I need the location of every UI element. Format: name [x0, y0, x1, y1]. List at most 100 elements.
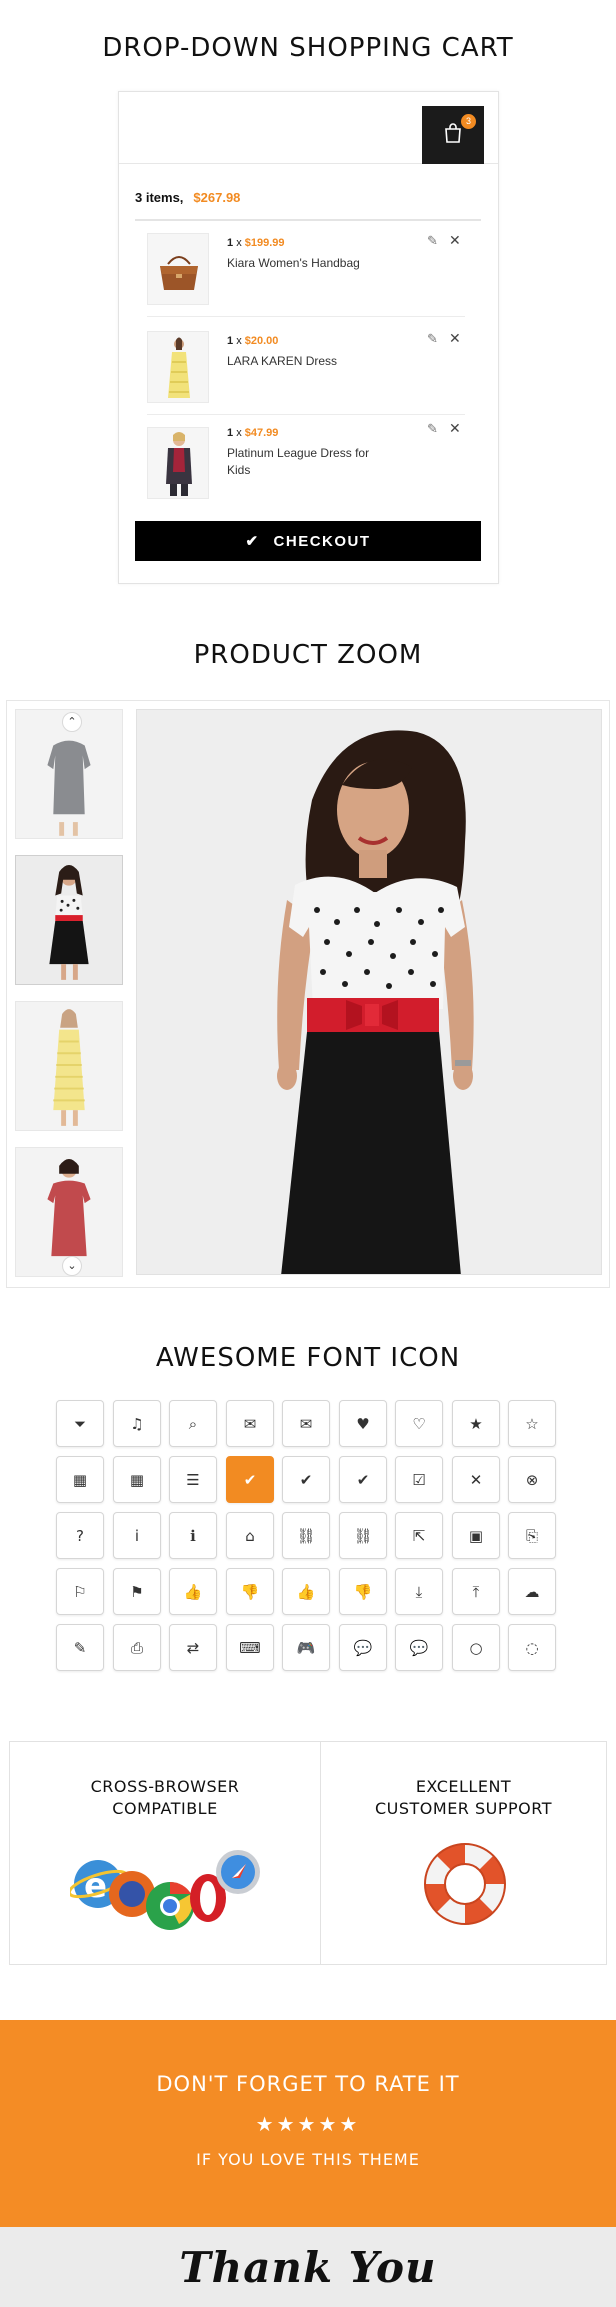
download-icon[interactable]: ⤓ [395, 1568, 443, 1615]
cart-section-title: DROP-DOWN SHOPPING CART [102, 33, 514, 63]
keyboard-icon[interactable]: ⌨ [226, 1624, 274, 1671]
thumbnail-strip: ⌃ ⌄ [15, 709, 125, 1279]
star-o-icon[interactable]: ☆ [508, 1400, 556, 1447]
cart-item-count: 3 items, [135, 190, 184, 205]
cart-item-qty-line: 1 x $199.99 [227, 237, 285, 249]
th-large-icon[interactable]: ▦ [56, 1456, 104, 1503]
thumbs-o-down-icon[interactable]: 👎 [226, 1568, 274, 1615]
feature-customer-support: EXCELLENT CUSTOMER SUPPORT [321, 1742, 606, 1964]
star-rating-icon[interactable]: ★★★★★ [0, 2112, 616, 2137]
product-thumbnail-kids-dress[interactable] [147, 427, 209, 499]
comments-icon[interactable]: 💬 [395, 1624, 443, 1671]
envelope-o-icon[interactable]: ✉ [226, 1400, 274, 1447]
product-thumbnail-handbag[interactable] [147, 233, 209, 305]
check-square-icon[interactable]: ☑ [395, 1456, 443, 1503]
cart-item: 1 x $47.99 Platinum League Dress for Kid… [147, 417, 465, 513]
link-icon[interactable]: ⛓ [282, 1512, 330, 1559]
unlink-icon[interactable]: ⛓ [339, 1512, 387, 1559]
star-icon[interactable]: ★ [452, 1400, 500, 1447]
cart-summary: 3 items, $267.98 [135, 190, 240, 205]
zoom-section-title: PRODUCT ZOOM [193, 640, 423, 670]
cart-item-price: $20.00 [244, 335, 279, 347]
question-circle-icon[interactable]: ? [56, 1512, 104, 1559]
cart-item: 1 x $20.00 LARA KAREN Dress ✎ ✕ [147, 319, 465, 415]
search-icon[interactable]: ⌕ [169, 1400, 217, 1447]
thanks-banner: Thank You [0, 2227, 616, 2307]
pencil-icon[interactable]: ✎ [427, 233, 438, 249]
features-panel: CROSS-BROWSER COMPATIBLE e EXCELLENT CUS… [9, 1741, 607, 1965]
flag-o-icon[interactable]: ⚐ [56, 1568, 104, 1615]
comment-icon[interactable]: 💬 [339, 1624, 387, 1671]
pencil-icon[interactable]: ✎ [427, 421, 438, 437]
thanks-text: Thank You [179, 2243, 437, 2292]
th-list-icon[interactable]: ☰ [169, 1456, 217, 1503]
paperclip-icon[interactable]: ⎘ [508, 1512, 556, 1559]
cart-item-price: $199.99 [244, 237, 285, 249]
close-icon[interactable]: ✕ [449, 330, 461, 347]
times-icon[interactable]: ✕ [452, 1456, 500, 1503]
icons-section-title: AWESOME FONT ICON [155, 1343, 461, 1373]
edit-icon[interactable]: ✎ [56, 1624, 104, 1671]
cart-item: 1 x $199.99 Kiara Women's Handbag ✎ ✕ [147, 221, 465, 317]
thumbs-o-up-icon[interactable]: 👍 [169, 1568, 217, 1615]
info-circle-icon[interactable]: i [113, 1512, 161, 1559]
rate-banner: DON'T FORGET TO RATE IT ★★★★★ IF YOU LOV… [0, 2020, 616, 2227]
check-icon[interactable]: ✔ [226, 1456, 274, 1503]
cart-item-name[interactable]: Kiara Women's Handbag [227, 255, 377, 272]
upload-icon[interactable]: ⤒ [452, 1568, 500, 1615]
cart-total: $267.98 [193, 190, 241, 205]
cart-item-name[interactable]: LARA KAREN Dress [227, 353, 377, 370]
lifebuoy-icon [421, 1840, 509, 1933]
gamepad-icon[interactable]: 🎮 [282, 1624, 330, 1671]
cart-count-badge: 3 [461, 114, 476, 129]
th-icon[interactable]: ▦ [113, 1456, 161, 1503]
checkout-button[interactable]: ✔ CHECKOUT [135, 521, 481, 561]
envelope-icon[interactable]: ✉ [282, 1400, 330, 1447]
cart-item-name[interactable]: Platinum League Dress for Kids [227, 445, 377, 479]
rate-subtitle: IF YOU LOVE THIS THEME [196, 2150, 420, 2169]
thumbs-down-icon[interactable]: 👎 [339, 1568, 387, 1615]
heart-o-icon[interactable]: ♡ [395, 1400, 443, 1447]
check-circle-o-icon[interactable]: ✔ [339, 1456, 387, 1503]
picture-icon[interactable]: ▣ [452, 1512, 500, 1559]
check-icon: ✔ [245, 533, 260, 550]
rate-title: DON'T FORGET TO RATE IT [156, 2072, 460, 2096]
checkout-label: CHECKOUT [273, 532, 371, 550]
comments-o-icon[interactable]: ◌ [508, 1624, 556, 1671]
feature-cross-browser: CROSS-BROWSER COMPATIBLE e [10, 1742, 321, 1964]
cart-item-qty-line: 1 x $20.00 [227, 335, 279, 347]
times-circle-icon[interactable]: ⊗ [508, 1456, 556, 1503]
pencil-icon[interactable]: ✎ [427, 331, 438, 347]
chevron-down-icon[interactable]: ⌄ [62, 1256, 82, 1276]
filter-icon[interactable]: ⏷ [56, 1400, 104, 1447]
check-circle-icon[interactable]: ✔ [282, 1456, 330, 1503]
cart-button[interactable]: 3 [422, 106, 484, 164]
close-icon[interactable]: ✕ [449, 232, 461, 249]
product-zoom-gallery: ⌃ ⌄ [6, 700, 610, 1288]
chevron-up-icon[interactable]: ⌃ [62, 712, 82, 732]
thumbs-up-icon[interactable]: 👍 [282, 1568, 330, 1615]
cart-item-price: $47.99 [244, 427, 279, 439]
zoom-main-image[interactable] [136, 709, 602, 1275]
external-link-icon[interactable]: ⇱ [395, 1512, 443, 1559]
browser-logos-icon: e [67, 1842, 270, 1943]
print-icon[interactable]: ⎙ [113, 1624, 161, 1671]
cloud-download-icon[interactable]: ☁ [508, 1568, 556, 1615]
feature-title: EXCELLENT CUSTOMER SUPPORT [374, 1777, 552, 1818]
info-icon[interactable]: ℹ [169, 1512, 217, 1559]
feature-title: CROSS-BROWSER COMPATIBLE [90, 1777, 240, 1818]
retweet-icon[interactable]: ⇄ [169, 1624, 217, 1671]
comment-o-icon[interactable]: ○ [452, 1624, 500, 1671]
shopping-bag-icon [444, 122, 462, 148]
flag-checkered-icon[interactable]: ⚑ [113, 1568, 161, 1615]
product-thumbnail-yellow-dress[interactable] [147, 331, 209, 403]
cart-item-qty-line: 1 x $47.99 [227, 427, 279, 439]
cart-dropdown: 3 3 items, $267.98 1 x $199.99 Kiara Wome… [118, 91, 499, 584]
cart-topbar: 3 [119, 92, 498, 164]
home-icon[interactable]: ⌂ [226, 1512, 274, 1559]
close-icon[interactable]: ✕ [449, 420, 461, 437]
thumbnail-polka-dot-dress[interactable] [15, 855, 123, 985]
music-icon[interactable]: ♫ [113, 1400, 161, 1447]
heart-icon[interactable]: ♥ [339, 1400, 387, 1447]
thumbnail-yellow-dress[interactable] [15, 1001, 123, 1131]
